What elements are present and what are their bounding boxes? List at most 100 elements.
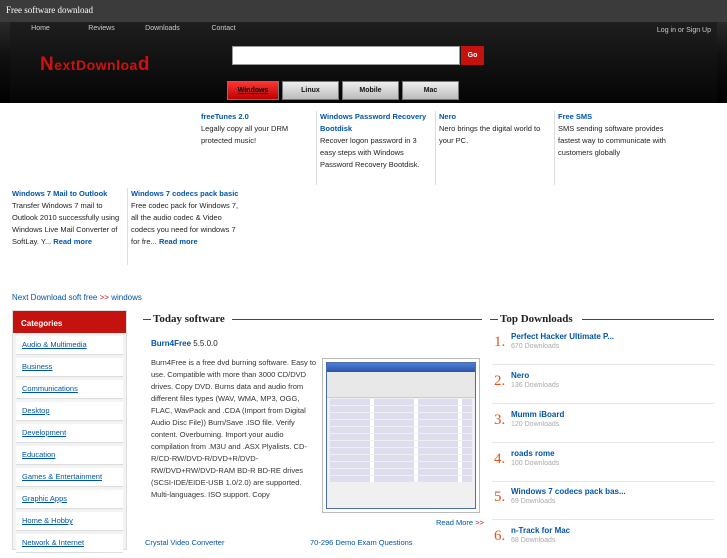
- screenshot-toolbar: [327, 372, 475, 398]
- rank-number: 5.: [494, 489, 506, 505]
- nav-downloads[interactable]: Downloads: [132, 22, 193, 38]
- category-link[interactable]: Graphic Apps: [16, 490, 123, 509]
- featured-desc: Recover logon password in 3 easy steps w…: [320, 136, 420, 169]
- download-name[interactable]: Perfect Hacker Ultimate P...: [511, 332, 614, 341]
- rank-number: 6.: [494, 528, 506, 544]
- read-more-link[interactable]: Read More >>: [436, 518, 484, 527]
- screenshot-row: [330, 427, 472, 433]
- search-input[interactable]: [232, 46, 460, 65]
- category-link[interactable]: Business: [16, 358, 123, 377]
- software-description: Burn4Free is a free dvd burning software…: [151, 358, 317, 499]
- login-link[interactable]: Log in or Sign Up: [657, 27, 711, 34]
- download-name[interactable]: Nero: [511, 371, 529, 380]
- divider: [492, 364, 714, 365]
- tab-windows[interactable]: Windows: [227, 81, 279, 100]
- breadcrumb-current[interactable]: windows: [111, 293, 142, 302]
- software-name[interactable]: Burn4Free: [151, 339, 191, 348]
- breadcrumb: Next Download soft free >> windows: [12, 293, 142, 302]
- featured-title[interactable]: Windows 7 codecs pack basic: [131, 188, 243, 200]
- featured-item: Nero Nero brings the digital world to yo…: [439, 111, 551, 147]
- divider: [554, 111, 555, 185]
- divider: [492, 519, 714, 520]
- heading-rule: [582, 319, 714, 320]
- breadcrumb-separator: >>: [99, 293, 109, 302]
- tab-mobile[interactable]: Mobile: [342, 81, 399, 100]
- download-name[interactable]: roads rome: [511, 449, 555, 458]
- category-link[interactable]: Network & Internet: [16, 534, 123, 553]
- tab-linux[interactable]: Linux: [282, 81, 339, 100]
- download-name[interactable]: Mumm iBoard: [511, 410, 564, 419]
- featured-desc: Legally copy all your DRM protected musi…: [201, 124, 289, 145]
- nav-contact[interactable]: Contact: [193, 22, 254, 38]
- download-count: 670 Downloads: [511, 343, 560, 350]
- featured-item: Windows 7 codecs pack basic Free codec p…: [131, 188, 243, 248]
- featured-item: freeTunes 2.0 Legally copy all your DRM …: [201, 111, 313, 147]
- read-more-link[interactable]: Read more: [53, 237, 92, 246]
- download-count: 69 Downloads: [511, 498, 556, 505]
- featured-desc: Nero brings the digital world to your PC…: [439, 124, 541, 145]
- read-more-link[interactable]: Read more: [159, 237, 198, 246]
- download-name[interactable]: Windows 7 codecs pack bas...: [511, 487, 626, 496]
- featured-title[interactable]: Nero: [439, 111, 551, 123]
- software-screenshot[interactable]: [322, 358, 480, 513]
- featured-title[interactable]: Windows Password Recovery Bootdisk: [320, 111, 432, 135]
- featured-title[interactable]: Windows 7 Mail to Outlook: [12, 188, 124, 200]
- screenshot-row: [330, 476, 472, 482]
- featured-title[interactable]: Free SMS: [558, 111, 670, 123]
- site-logo[interactable]: NextDownload: [40, 54, 150, 76]
- categories-title: Categories: [13, 311, 126, 333]
- heading-rule: [490, 319, 498, 320]
- site-tagline: Free software download: [6, 5, 93, 15]
- screenshot-row: [330, 455, 472, 461]
- nav-home[interactable]: Home: [10, 22, 71, 38]
- category-link[interactable]: Games & Entertainment: [16, 468, 123, 487]
- heading-rule: [232, 319, 482, 320]
- category-link[interactable]: Communications: [16, 380, 123, 399]
- screenshot-titlebar: [327, 363, 475, 372]
- featured-item: Free SMS SMS sending software provides f…: [558, 111, 670, 159]
- divider: [127, 188, 128, 265]
- heading-rule: [143, 319, 151, 320]
- featured-item: Windows 7 Mail to Outlook Transfer Windo…: [12, 188, 124, 248]
- screenshot-row: [330, 413, 472, 419]
- screenshot-row: [330, 448, 472, 454]
- screenshot-row: [330, 399, 472, 405]
- download-count: 120 Downloads: [511, 421, 560, 428]
- software-version: 5.5.0.0: [193, 339, 218, 348]
- divider: [492, 481, 714, 482]
- category-link[interactable]: Audio & Multimedia: [16, 336, 123, 355]
- screenshot-row: [330, 406, 472, 412]
- screenshot-row: [330, 462, 472, 468]
- tab-mac[interactable]: Mac: [402, 81, 459, 100]
- screenshot-row: [330, 420, 472, 426]
- category-link[interactable]: Desktop: [16, 402, 123, 421]
- screenshot-row: [330, 441, 472, 447]
- site-top-bar: Free software download: [0, 0, 727, 22]
- rank-number: 1.: [494, 334, 506, 350]
- screenshot-row: [330, 469, 472, 475]
- nav-reviews[interactable]: Reviews: [71, 22, 132, 38]
- screenshot-row: [330, 434, 472, 440]
- main-nav: Home Reviews Downloads Contact: [10, 22, 254, 38]
- divider: [316, 111, 317, 185]
- divider: [435, 111, 436, 185]
- featured-title[interactable]: freeTunes 2.0: [201, 111, 313, 123]
- software-link[interactable]: Crystal Video Converter: [145, 538, 224, 547]
- screenshot-window: [326, 362, 476, 509]
- divider: [492, 442, 714, 443]
- categories-sidebar: Categories Audio & Multimedia Business C…: [12, 310, 127, 553]
- today-software-title: Burn4Free 5.5.0.0: [151, 339, 218, 348]
- today-software-heading: Today software: [153, 313, 225, 325]
- category-link[interactable]: Education: [16, 446, 123, 465]
- category-link[interactable]: Home & Hobby: [16, 512, 123, 531]
- top-downloads-heading: Top Downloads: [500, 313, 573, 325]
- rank-number: 3.: [494, 412, 506, 428]
- featured-item: Windows Password Recovery Bootdisk Recov…: [320, 111, 432, 171]
- search-go-button[interactable]: Go: [461, 46, 484, 65]
- category-link[interactable]: Development: [16, 424, 123, 443]
- software-link[interactable]: 70-296 Demo Exam Questions: [310, 538, 413, 547]
- download-name[interactable]: n-Track for Mac: [511, 526, 570, 535]
- download-count: 68 Downloads: [511, 537, 556, 544]
- download-count: 136 Downloads: [511, 382, 560, 389]
- breadcrumb-home[interactable]: Next Download soft free: [12, 293, 97, 302]
